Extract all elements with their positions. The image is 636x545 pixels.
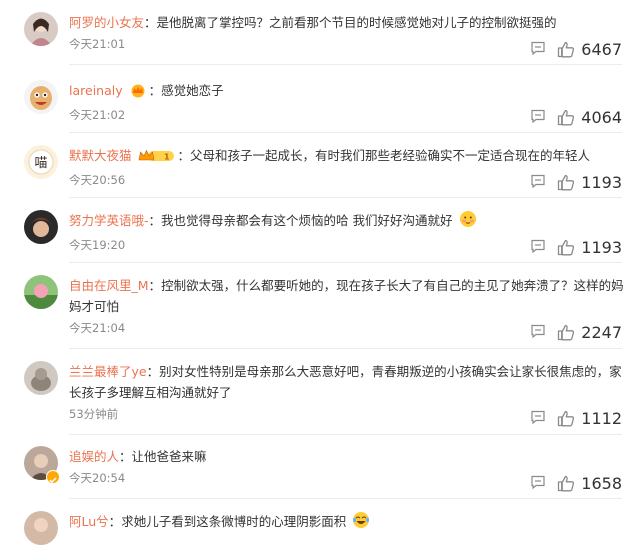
like-button[interactable]: 1658 [557, 474, 622, 493]
reply-icon[interactable] [530, 173, 546, 193]
reply-icon[interactable] [530, 323, 546, 343]
like-button[interactable]: 1112 [557, 409, 622, 428]
thumbs-up-icon [558, 324, 575, 341]
thumbs-up-icon [558, 410, 575, 427]
reply-icon[interactable] [530, 474, 546, 494]
comment-username[interactable]: 阿罗的小女友 [69, 15, 144, 30]
separator: ： [108, 514, 122, 529]
comment-text: 父母和孩子一起成长，有时我们那些老经验确实不一定适合现在的年轻人 [190, 148, 591, 163]
comment-text: 是他脱离了掌控吗？之前看那个节目的时候感觉她对儿子的控制欲挺强的 [156, 15, 557, 30]
separator: ： [148, 278, 162, 293]
comment-username[interactable]: 努力学英语哦- [69, 213, 149, 228]
comment-username[interactable]: 默默大夜猫 [69, 148, 132, 163]
divider [69, 348, 622, 349]
separator: ： [148, 213, 162, 228]
comment-text: 求她儿子看到这条微博时的心理阴影面积 [121, 514, 347, 529]
like-count: 4064 [581, 108, 622, 127]
comment-username[interactable]: 阿Lu兮 [69, 514, 109, 529]
crown-badge-icon [129, 83, 147, 104]
thumbs-up-icon [558, 174, 575, 191]
comment-text: 我也觉得母亲都会有这个烦恼的哈 我们好好沟通就好 [161, 213, 453, 228]
like-count: 6467 [581, 40, 622, 59]
avatar[interactable] [24, 361, 58, 395]
divider [69, 262, 622, 263]
divider [69, 132, 622, 133]
like-count: 2247 [581, 323, 622, 342]
like-button[interactable]: 4064 [557, 108, 622, 127]
avatar[interactable] [24, 12, 58, 46]
divider [69, 434, 622, 435]
like-button[interactable]: 2247 [557, 323, 622, 342]
avatar[interactable]: 喵 [24, 145, 58, 179]
thumbs-up-icon [558, 475, 575, 492]
comment-username[interactable]: 兰兰最棒了ye [69, 364, 147, 379]
separator: ： [177, 148, 191, 163]
divider [69, 197, 622, 198]
separator: ： [146, 364, 160, 379]
thumbs-up-icon [558, 109, 575, 126]
thumbs-up-icon [558, 239, 575, 256]
avatar[interactable] [24, 511, 58, 545]
avatar[interactable] [24, 80, 58, 114]
avatar[interactable] [24, 210, 58, 244]
separator: ： [144, 15, 157, 30]
comment-text: 让他爸爸来嘛 [131, 449, 207, 464]
reply-icon[interactable] [530, 108, 546, 128]
verified-badge-icon [46, 470, 60, 484]
like-button[interactable]: 6467 [557, 40, 622, 59]
like-count: 1193 [581, 173, 622, 192]
comment-username[interactable]: lareinaly [69, 83, 123, 98]
comment-list: 阿罗的小女友：是他脱离了掌控吗？之前看那个节目的时候感觉她对儿子的控制欲挺强的 … [0, 0, 636, 545]
like-count: 1193 [581, 238, 622, 257]
reply-icon[interactable] [530, 409, 546, 429]
comment-text: 感觉她恋子 [161, 83, 224, 98]
like-button[interactable]: 1193 [557, 238, 622, 257]
separator: ： [119, 449, 132, 464]
divider [69, 498, 622, 499]
like-count: 1112 [581, 409, 622, 428]
separator: ： [148, 83, 162, 98]
reply-icon[interactable] [530, 238, 546, 258]
comment-username[interactable]: 追娱的人 [69, 449, 119, 464]
comment-username[interactable]: 自由在风里_M [69, 278, 149, 293]
avatar[interactable] [24, 275, 58, 309]
svg-text:喵: 喵 [34, 156, 47, 171]
divider [69, 64, 622, 65]
like-count: 1658 [581, 474, 622, 493]
svg-text:1: 1 [164, 153, 170, 162]
like-button[interactable]: 1193 [557, 173, 622, 192]
thumbs-up-icon [558, 41, 575, 58]
laughing-tears-emoji-icon [352, 511, 370, 535]
reply-icon[interactable] [530, 40, 546, 60]
shy-face-emoji-icon [459, 210, 477, 234]
vip-crown-badge-icon: 1 [138, 148, 176, 169]
